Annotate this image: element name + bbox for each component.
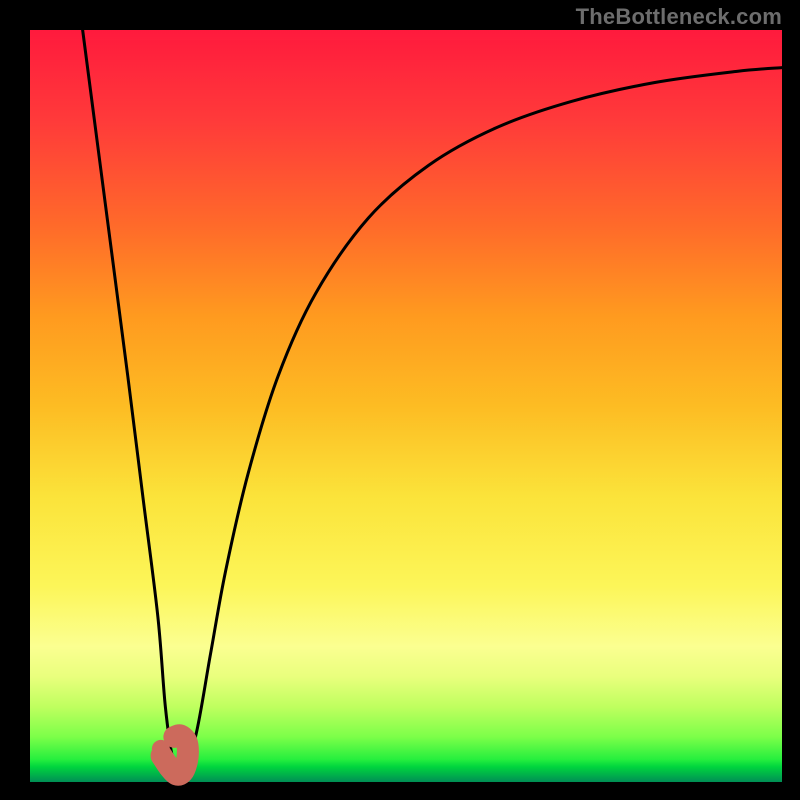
chart-frame: TheBottleneck.com (0, 0, 800, 800)
watermark-text: TheBottleneck.com (576, 4, 782, 30)
chart-svg (30, 30, 782, 782)
plot-area (30, 30, 782, 782)
marker-dot (152, 740, 170, 758)
bottleneck-curve (83, 30, 782, 775)
